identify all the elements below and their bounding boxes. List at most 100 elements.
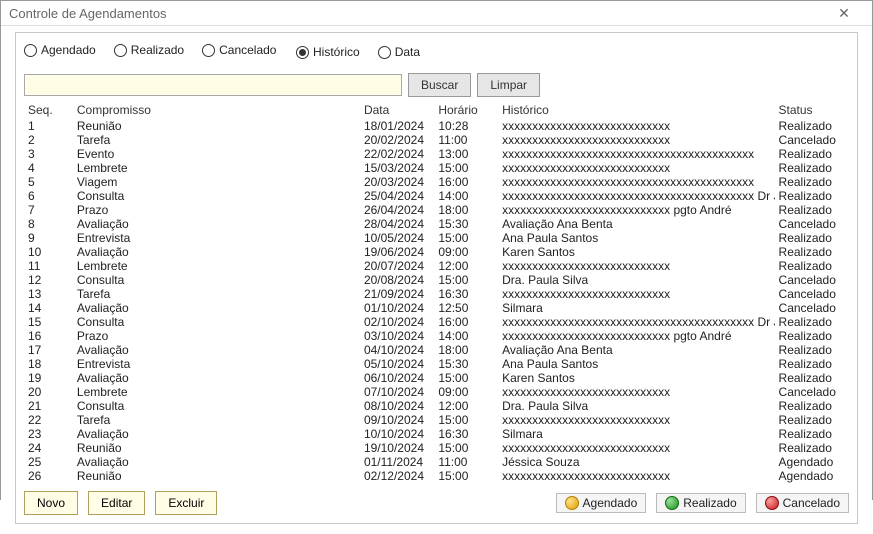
table-row[interactable]: 17Avaliação04/10/202418:00Avaliação Ana … [24, 343, 849, 357]
buscar-button[interactable]: Buscar [408, 73, 471, 97]
cell-data: 03/10/2024 [360, 329, 434, 343]
novo-button[interactable]: Novo [24, 491, 78, 515]
table-row[interactable]: 16Prazo03/10/202414:00xxxxxxxxxxxxxxxxxx… [24, 329, 849, 343]
limpar-button[interactable]: Limpar [477, 73, 540, 97]
cell-hist: Avaliação Ana Benta [498, 217, 774, 231]
radio-cancelado[interactable]: Cancelado [202, 43, 276, 57]
table-row[interactable]: 7Prazo26/04/202418:00xxxxxxxxxxxxxxxxxxx… [24, 203, 849, 217]
agendamentos-table: Seq. Compromisso Data Horário Histórico … [24, 101, 849, 483]
cell-status: Realizado [775, 441, 849, 455]
table-row[interactable]: 24Reunião19/10/202415:00xxxxxxxxxxxxxxxx… [24, 441, 849, 455]
table-row[interactable]: 13Tarefa21/09/202416:30xxxxxxxxxxxxxxxxx… [24, 287, 849, 301]
cell-status: Realizado [775, 245, 849, 259]
table-row[interactable]: 19Avaliação06/10/202415:00Karen SantosRe… [24, 371, 849, 385]
cell-status: Realizado [775, 315, 849, 329]
col-data[interactable]: Data [360, 101, 434, 119]
cell-comp: Lembrete [73, 385, 360, 399]
table-row[interactable]: 15Consulta02/10/202416:00xxxxxxxxxxxxxxx… [24, 315, 849, 329]
col-seq[interactable]: Seq. [24, 101, 73, 119]
cell-comp: Consulta [73, 399, 360, 413]
table-row[interactable]: 10Avaliação19/06/202409:00Karen SantosRe… [24, 245, 849, 259]
table-row[interactable]: 23Avaliação10/10/202416:30SilmaraRealiza… [24, 427, 849, 441]
cell-hora: 15:00 [434, 161, 498, 175]
cell-hora: 18:00 [434, 203, 498, 217]
cell-seq: 24 [24, 441, 73, 455]
cell-data: 10/05/2024 [360, 231, 434, 245]
cell-seq: 16 [24, 329, 73, 343]
cell-comp: Prazo [73, 203, 360, 217]
radio-data[interactable]: Data [378, 45, 420, 59]
cell-status: Cancelado [775, 287, 849, 301]
table-row[interactable]: 26Reunião02/12/202415:00xxxxxxxxxxxxxxxx… [24, 469, 849, 483]
cell-seq: 20 [24, 385, 73, 399]
cell-status: Realizado [775, 357, 849, 371]
table-row[interactable]: 14Avaliação01/10/202412:50SilmaraCancela… [24, 301, 849, 315]
table-row[interactable]: 3Evento22/02/202413:00xxxxxxxxxxxxxxxxxx… [24, 147, 849, 161]
cell-seq: 14 [24, 301, 73, 315]
cell-comp: Avaliação [73, 245, 360, 259]
close-button[interactable]: ✕ [824, 1, 864, 25]
cell-seq: 17 [24, 343, 73, 357]
cell-seq: 3 [24, 147, 73, 161]
table-row[interactable]: 18Entrevista05/10/202415:30Ana Paula San… [24, 357, 849, 371]
view-filters: Histórico Data [296, 45, 420, 59]
cell-hist: xxxxxxxxxxxxxxxxxxxxxxxxxxxx [498, 161, 774, 175]
cell-data: 20/07/2024 [360, 259, 434, 273]
cell-status: Realizado [775, 427, 849, 441]
cell-seq: 11 [24, 259, 73, 273]
cell-status: Realizado [775, 161, 849, 175]
table-row[interactable]: 1Reunião18/01/202410:28xxxxxxxxxxxxxxxxx… [24, 119, 849, 133]
table-row[interactable]: 11Lembrete20/07/202412:00xxxxxxxxxxxxxxx… [24, 259, 849, 273]
table-scroll[interactable]: Seq. Compromisso Data Horário Histórico … [24, 101, 849, 483]
cell-seq: 8 [24, 217, 73, 231]
table-row[interactable]: 22Tarefa09/10/202415:00xxxxxxxxxxxxxxxxx… [24, 413, 849, 427]
cell-data: 20/02/2024 [360, 133, 434, 147]
col-status[interactable]: Status [775, 101, 849, 119]
table-row[interactable]: 2Tarefa20/02/202411:00xxxxxxxxxxxxxxxxxx… [24, 133, 849, 147]
cell-seq: 12 [24, 273, 73, 287]
radio-historico[interactable]: Histórico [296, 45, 360, 59]
cell-comp: Consulta [73, 273, 360, 287]
table-header-row: Seq. Compromisso Data Horário Histórico … [24, 101, 849, 119]
cell-hist: xxxxxxxxxxxxxxxxxxxxxxxxxxxx pgto André [498, 203, 774, 217]
col-horario[interactable]: Horário [434, 101, 498, 119]
table-row[interactable]: 21Consulta08/10/202412:00Dra. Paula Silv… [24, 399, 849, 413]
table-row[interactable]: 5Viagem20/03/202416:00xxxxxxxxxxxxxxxxxx… [24, 175, 849, 189]
cell-comp: Tarefa [73, 287, 360, 301]
col-compromisso[interactable]: Compromisso [73, 101, 360, 119]
radio-agendado[interactable]: Agendado [24, 43, 96, 57]
cell-comp: Tarefa [73, 133, 360, 147]
cell-comp: Avaliação [73, 301, 360, 315]
cell-comp: Reunião [73, 119, 360, 133]
editar-button[interactable]: Editar [88, 491, 145, 515]
cell-comp: Avaliação [73, 217, 360, 231]
cell-data: 15/03/2024 [360, 161, 434, 175]
table-row[interactable]: 4Lembrete15/03/202415:00xxxxxxxxxxxxxxxx… [24, 161, 849, 175]
cell-hist: xxxxxxxxxxxxxxxxxxxxxxxxxxxx [498, 469, 774, 483]
cell-comp: Reunião [73, 441, 360, 455]
table-row[interactable]: 12Consulta20/08/202415:00Dra. Paula Silv… [24, 273, 849, 287]
dot-realizado-icon [665, 496, 679, 510]
table-row[interactable]: 20Lembrete07/10/202409:00xxxxxxxxxxxxxxx… [24, 385, 849, 399]
cell-hora: 14:00 [434, 189, 498, 203]
radio-realizado[interactable]: Realizado [114, 43, 184, 57]
cell-comp: Entrevista [73, 357, 360, 371]
cell-hora: 15:00 [434, 371, 498, 385]
search-input[interactable] [24, 74, 402, 96]
cell-hora: 16:30 [434, 427, 498, 441]
cell-status: Cancelado [775, 385, 849, 399]
cell-comp: Lembrete [73, 259, 360, 273]
cell-hora: 15:00 [434, 413, 498, 427]
legend-label: Realizado [683, 496, 736, 510]
table-row[interactable]: 8Avaliação28/04/202415:30Avaliação Ana B… [24, 217, 849, 231]
table-row[interactable]: 9Entrevista10/05/202415:00Ana Paula Sant… [24, 231, 849, 245]
cell-status: Realizado [775, 175, 849, 189]
excluir-button[interactable]: Excluir [155, 491, 217, 515]
cell-hist: xxxxxxxxxxxxxxxxxxxxxxxxxxxxxxxxxxxxxxxx… [498, 189, 774, 203]
col-historico[interactable]: Histórico [498, 101, 774, 119]
cell-hist: Jéssica Souza [498, 455, 774, 469]
table-row[interactable]: 6Consulta25/04/202414:00xxxxxxxxxxxxxxxx… [24, 189, 849, 203]
table-row[interactable]: 25Avaliação01/11/202411:00Jéssica SouzaA… [24, 455, 849, 469]
cell-comp: Avaliação [73, 427, 360, 441]
cell-data: 09/10/2024 [360, 413, 434, 427]
